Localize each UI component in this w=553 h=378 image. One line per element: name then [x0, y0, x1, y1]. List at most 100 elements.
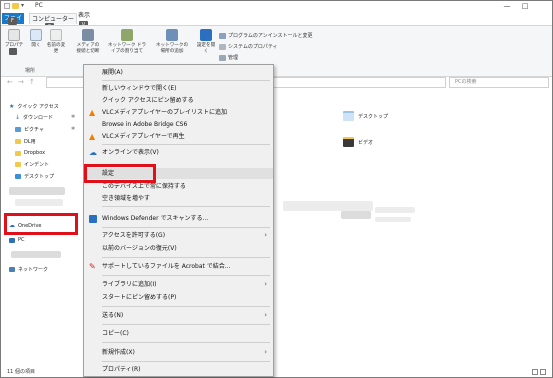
menu-always-keep-label: このデバイス上で常に保持する	[102, 183, 186, 190]
add-location-label: ネットワークの場所の追加	[155, 43, 189, 54]
menu-free-space[interactable]: 空き領域を増やす	[84, 193, 273, 204]
menu-defender-scan[interactable]: Windows Defender でスキャンする...	[84, 213, 273, 224]
view-toggles	[532, 369, 546, 375]
up-arrow-icon[interactable]: ↑	[29, 78, 35, 86]
map-drive-label: ネットワーク ドライブの割り当て	[107, 43, 147, 54]
menu-pin-start-label: スタートにピン留めする(P)	[102, 294, 177, 301]
manage-icon	[219, 54, 226, 61]
media-access-button[interactable]: メディアの接続と切断	[75, 29, 101, 55]
desktop-folder-icon	[343, 111, 354, 121]
folder-video[interactable]: ビデオ	[343, 137, 373, 147]
back-arrow-icon[interactable]: ←	[7, 78, 13, 86]
menu-send-to[interactable]: 送る(N) ›	[84, 310, 273, 321]
rename-button[interactable]: 名前の変更	[45, 29, 67, 55]
vlc-cone-icon: ▲	[89, 132, 96, 141]
menu-properties-label: プロパティ(R)	[102, 366, 141, 373]
tab-view[interactable]: 表示	[76, 10, 92, 21]
open-settings-label: 設定を開く	[196, 43, 216, 54]
nav-network[interactable]: ネットワーク	[9, 266, 48, 273]
ribbon-tabs: ファイル F コンピューター C 表示 V	[1, 10, 552, 33]
video-folder-icon	[343, 137, 354, 147]
forward-arrow-icon[interactable]: →	[18, 78, 24, 86]
menu-separator	[102, 361, 270, 362]
folder-desktop-label: デスクトップ	[358, 113, 389, 120]
new-folder-quick-icon[interactable]	[12, 2, 19, 9]
menu-new[interactable]: 新規作成(X) ›	[84, 347, 273, 358]
ribbon-group-location: 場所	[25, 68, 36, 74]
folder-video-label: ビデオ	[358, 139, 374, 146]
menu-give-access-label: アクセスを許可する(G)	[102, 232, 166, 239]
system-properties-label: システムのプロパティ	[228, 44, 278, 50]
menu-vlc-playlist[interactable]: ▲ VLCメディアプレイヤーのプレイリストに追加	[84, 107, 273, 118]
open-settings-button[interactable]: 設定を開く	[195, 29, 217, 55]
nav-quick-access[interactable]: ★ クイック アクセス	[9, 103, 59, 110]
highlight-onedrive-box	[4, 213, 78, 235]
menu-expand[interactable]: 展開(A)	[84, 67, 273, 78]
redacted-item	[9, 187, 65, 195]
tiles-view-icon[interactable]	[540, 369, 546, 375]
maximize-button[interactable]: □	[517, 1, 533, 11]
nav-pictures[interactable]: ピクチャ	[15, 126, 44, 133]
menu-acrobat-combine[interactable]: ✎ サポートしているファイルを Acrobat で結合...	[84, 261, 273, 272]
submenu-arrow-icon: ›	[264, 311, 267, 319]
quick-access-toolbar: ▾	[4, 2, 24, 9]
nav-desktop[interactable]: デスクトップ	[15, 173, 54, 180]
open-button[interactable]: 開く	[25, 29, 47, 49]
menu-vlc-play[interactable]: ▲ VLCメディアプレイヤーで再生	[84, 131, 273, 142]
menu-separator	[102, 144, 270, 145]
nav-dropbox[interactable]: Dropbox	[15, 150, 45, 156]
uninstall-button[interactable]: プログラムのアンインストールと変更	[219, 32, 313, 39]
nav-dl-label: DL用	[24, 139, 36, 145]
nav-downloads[interactable]: ↓ ダウンロード	[15, 114, 53, 121]
menu-properties[interactable]: プロパティ(R)	[84, 364, 273, 375]
nav-index[interactable]: インデント	[15, 161, 49, 168]
redacted-item	[341, 211, 371, 219]
nav-pc[interactable]: PC	[9, 237, 25, 243]
menu-expand-label: 展開(A)	[102, 69, 123, 76]
nav-quick-access-label: クイック アクセス	[17, 104, 59, 110]
redacted-item	[375, 207, 415, 213]
menu-send-to-label: 送る(N)	[102, 312, 124, 319]
menu-separator	[102, 306, 270, 307]
map-drive-button[interactable]: ネットワーク ドライブの割り当て	[107, 29, 147, 55]
folder-icon	[15, 139, 21, 144]
system-properties-button[interactable]: システムのプロパティ	[219, 43, 278, 50]
add-location-button[interactable]: ネットワークの場所の追加	[155, 29, 189, 55]
menu-pin-quick-access[interactable]: クイック アクセスにピン留めする	[84, 95, 273, 106]
network-icon	[9, 267, 15, 272]
menu-separator	[102, 227, 270, 228]
menu-view-online[interactable]: ☁ オンラインで表示(V)	[84, 147, 273, 158]
nav-dl[interactable]: DL用	[15, 138, 36, 145]
search-input[interactable]: PCの検索	[449, 77, 549, 88]
details-view-icon[interactable]	[532, 369, 538, 375]
properties-icon	[8, 29, 20, 41]
chevron-down-icon[interactable]: ▾	[21, 2, 24, 9]
menu-open-new-window-label: 新しいウィンドウで開く(E)	[102, 85, 177, 92]
download-icon: ↓	[15, 114, 21, 121]
menu-separator	[102, 324, 270, 325]
nav-pictures-label: ピクチャ	[24, 127, 44, 133]
menu-restore-versions[interactable]: 以前のバージョンの復元(V)	[84, 243, 273, 254]
menu-copy[interactable]: コピー(C)	[84, 328, 273, 339]
menu-open-new-window[interactable]: 新しいウィンドウで開く(E)	[84, 83, 273, 94]
menu-add-library-label: ライブラリに追加(I)	[102, 281, 157, 288]
network-drive-icon	[121, 29, 133, 41]
menu-pin-start[interactable]: スタートにピン留めする(P)	[84, 292, 273, 303]
system-icon	[219, 43, 226, 50]
properties-quick-icon[interactable]	[4, 2, 10, 9]
redacted-item	[15, 199, 63, 206]
menu-adobe-bridge[interactable]: Browse in Adobe Bridge CS6	[84, 119, 273, 130]
pin-icon: ✱	[71, 114, 76, 120]
menu-vlc-play-label: VLCメディアプレイヤーで再生	[102, 133, 185, 140]
menu-add-library[interactable]: ライブラリに追加(I) ›	[84, 279, 273, 290]
desktop-icon	[15, 174, 21, 179]
menu-defender-scan-label: Windows Defender でスキャンする...	[102, 215, 209, 222]
manage-button[interactable]: 管理	[219, 54, 238, 61]
minimize-button[interactable]: —	[499, 1, 515, 11]
nav-desktop-label: デスクトップ	[24, 174, 55, 180]
menu-give-access[interactable]: アクセスを許可する(G) ›	[84, 230, 273, 241]
submenu-arrow-icon: ›	[264, 348, 267, 356]
pin-icon: ✱	[71, 126, 76, 132]
star-icon: ★	[9, 103, 15, 110]
folder-desktop[interactable]: デスクトップ	[343, 111, 388, 121]
